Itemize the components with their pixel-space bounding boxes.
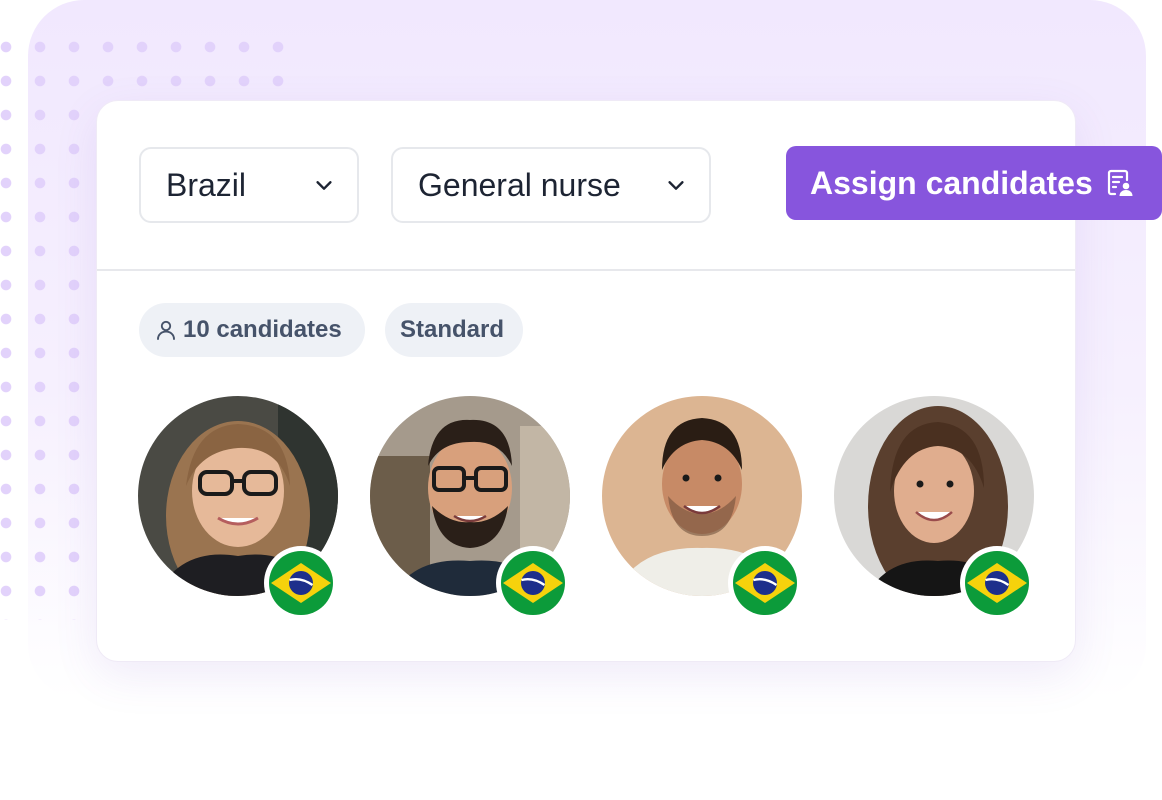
brazil-flag-icon (960, 546, 1034, 620)
chevron-down-icon (316, 181, 332, 190)
candidate-card[interactable] (370, 396, 570, 620)
candidate-card[interactable] (138, 396, 338, 620)
plan-badge: Standard (385, 303, 523, 357)
candidate-count-badge: 10 candidates (139, 303, 365, 357)
brazil-flag-icon (728, 546, 802, 620)
chevron-down-icon (668, 181, 684, 190)
country-select-value: Brazil (166, 166, 247, 203)
brazil-flag-icon (496, 546, 570, 620)
role-select-value: General nurse (418, 166, 621, 203)
candidate-card[interactable] (602, 396, 802, 620)
candidate-card[interactable] (834, 396, 1034, 620)
plan-label: Standard (400, 316, 505, 343)
assign-candidates-button[interactable]: Assign candidates (786, 146, 1162, 220)
country-select[interactable]: Brazil (139, 147, 359, 223)
assign-candidates-label: Assign candidates (810, 164, 1093, 201)
candidate-count-label: 10 candidates (183, 316, 342, 343)
assign-document-icon (1107, 169, 1133, 196)
card-divider (97, 269, 1075, 271)
role-select[interactable]: General nurse (391, 147, 711, 223)
brazil-flag-icon (264, 546, 338, 620)
user-icon (157, 320, 175, 340)
